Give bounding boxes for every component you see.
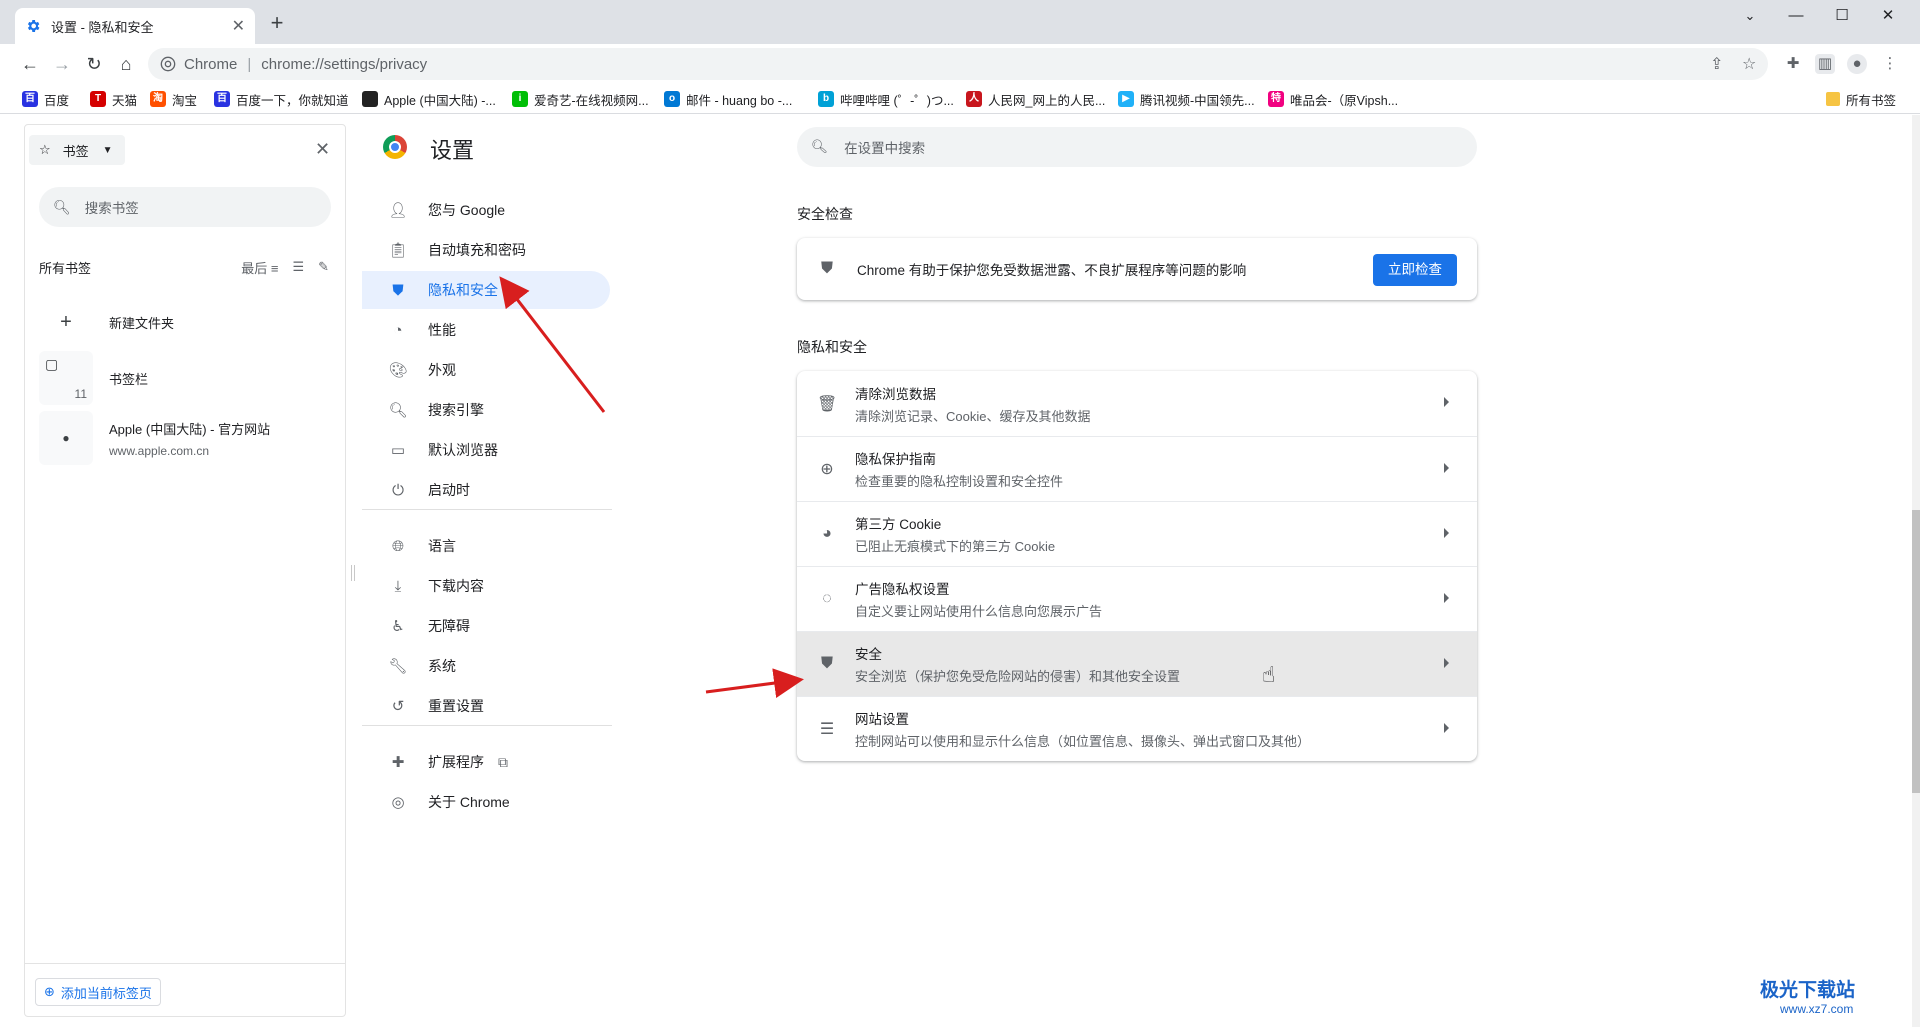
arrow-to-privacy-nav — [499, 276, 606, 413]
watermark-title: 极光下载站 — [1760, 980, 1856, 1001]
watermark-url: www.xz7.com — [1780, 1002, 1854, 1016]
watermark: 极光下载站 www.xz7.com — [1760, 975, 1855, 1016]
annotation-arrows — [499, 276, 804, 698]
arrow-to-security-row — [705, 668, 804, 698]
cursor-hand-icon: ☝ — [1262, 662, 1276, 687]
